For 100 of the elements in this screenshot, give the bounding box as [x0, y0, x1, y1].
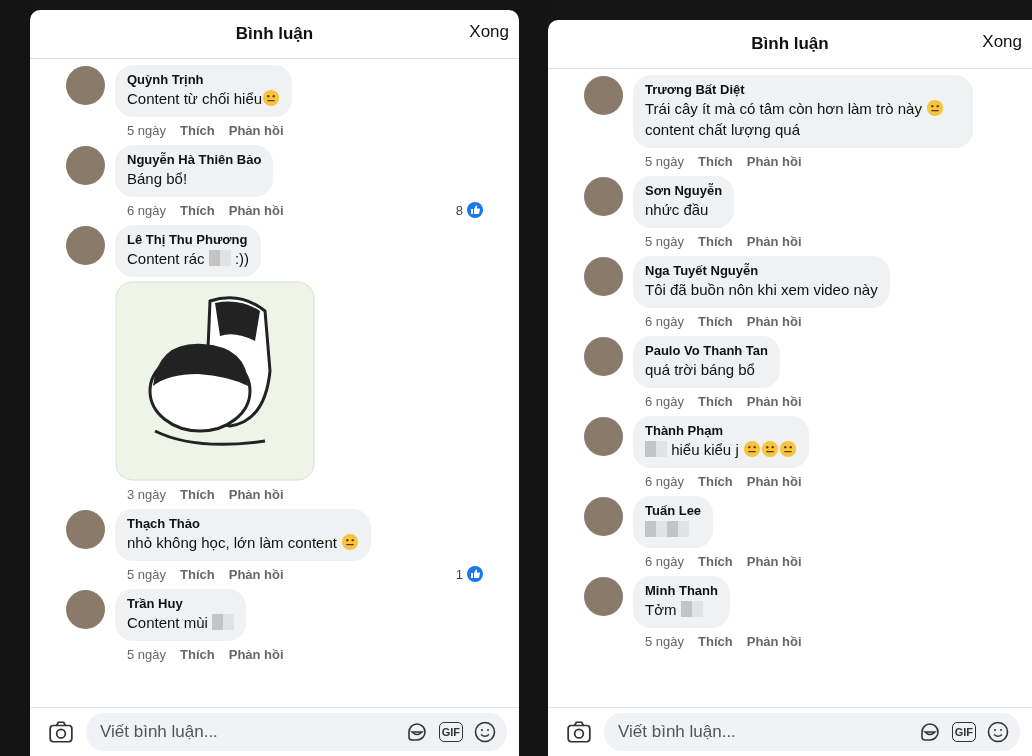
comment-text: hiểu kiểu j: [670, 441, 740, 458]
like-link[interactable]: Thích: [698, 633, 733, 649]
comment-time: 6 ngày: [645, 313, 685, 329]
comment-input-field[interactable]: Viết bình luận... GIF: [86, 713, 507, 751]
reply-link[interactable]: Phản hồi: [228, 646, 284, 662]
commenter-name[interactable]: Sơn Nguyễn: [645, 183, 723, 198]
reply-link[interactable]: Phản hồi: [746, 233, 802, 249]
reply-link[interactable]: Phản hồi: [746, 633, 802, 649]
comment-text: Content mùi: [127, 614, 209, 631]
commenter-name[interactable]: Nguyễn Hà Thiên Bảo: [127, 152, 262, 167]
avatar-placeholder: [66, 510, 105, 549]
comment-time: 5 ngày: [645, 233, 685, 249]
face-emoji-icon: [760, 440, 779, 458]
like-count: 1: [455, 566, 463, 582]
commenter-name[interactable]: Quỳnh Trịnh: [127, 72, 281, 87]
like-link[interactable]: Thích: [698, 393, 733, 409]
comment-text: nhỏ không học, lớn làm content: [127, 534, 338, 551]
avatar-placeholder: [66, 66, 105, 105]
commenter-name[interactable]: Paulo Vo Thanh Tan: [645, 343, 769, 358]
commenter-name[interactable]: Tuấn Lee: [645, 503, 702, 518]
like-link[interactable]: Thích: [698, 473, 733, 489]
comment-time: 5 ngày: [645, 633, 685, 649]
avatar-placeholder: [584, 76, 623, 115]
comment-time: 6 ngày: [645, 393, 685, 409]
commenter-name[interactable]: Nga Tuyết Nguyễn: [645, 263, 878, 278]
done-button[interactable]: Xong: [982, 32, 1022, 52]
like-link[interactable]: Thích: [180, 202, 215, 218]
comment-text: Tôi đã buồn nôn khi xem video này: [645, 281, 878, 298]
reply-link[interactable]: Phản hồi: [228, 202, 284, 218]
pixelated-censor-block: [680, 601, 703, 617]
emoji-icon[interactable]: [986, 720, 1010, 744]
camera-icon[interactable]: [566, 719, 592, 745]
like-link[interactable]: Thích: [698, 153, 733, 169]
face-emoji-icon: [341, 533, 360, 551]
comment-time: 5 ngày: [127, 646, 167, 662]
commenter-name[interactable]: Thành Phạm: [645, 423, 797, 438]
reply-link[interactable]: Phản hồi: [746, 153, 802, 169]
like-link[interactable]: Thích: [698, 553, 733, 569]
comment-text: Trái cây ít mà có tâm còn hơn làm trò này: [645, 100, 923, 117]
face-emoji-icon: [778, 440, 797, 458]
pixelated-censor-block: [667, 521, 689, 537]
reply-link[interactable]: Phản hồi: [746, 473, 802, 489]
reply-link[interactable]: Phản hồi: [746, 553, 802, 569]
comment-text: :)): [233, 250, 250, 267]
comment-time: 5 ngày: [127, 566, 167, 582]
avatar-placeholder: [66, 146, 105, 185]
comment-time: 6 ngày: [645, 553, 685, 569]
commenter-name[interactable]: Thạch Thảo: [127, 516, 360, 531]
like-link[interactable]: Thích: [180, 486, 215, 502]
sheet-title: Bình luận: [751, 34, 829, 54]
reply-link[interactable]: Phản hồi: [228, 566, 284, 582]
thumbs-up-icon: [467, 566, 483, 582]
face-emoji-icon: [742, 440, 761, 458]
comment-time: 3 ngày: [127, 486, 167, 502]
comment-text: Content rác: [127, 250, 206, 267]
sheet-title: Bình luận: [235, 24, 314, 44]
commenter-name[interactable]: Trần Huy: [127, 596, 235, 611]
done-button[interactable]: Xong: [469, 22, 509, 42]
like-link[interactable]: Thích: [698, 313, 733, 329]
like-link[interactable]: Thích: [180, 122, 215, 138]
pixelated-censor-block: [208, 250, 231, 266]
comment-time: 6 ngày: [127, 202, 167, 218]
reply-link[interactable]: Phản hồi: [746, 313, 802, 329]
avatar-placeholder: [584, 177, 623, 216]
like-link[interactable]: Thích: [698, 233, 733, 249]
avatar-placeholder: [584, 417, 623, 456]
pixelated-censor-block: [645, 521, 667, 537]
camera-icon[interactable]: [48, 719, 74, 745]
avatar-placeholder: [584, 497, 623, 536]
avatar-placeholder: [66, 590, 105, 629]
comment-text: quá trời báng bổ: [645, 361, 755, 378]
comment-text: content chất lượng quá: [645, 121, 800, 138]
avatar-placeholder: [66, 226, 105, 265]
emoji-icon[interactable]: [473, 720, 497, 744]
avatar-placeholder: [584, 577, 623, 616]
commenter-name[interactable]: Trương Bất Diệt: [645, 82, 961, 97]
commenter-name[interactable]: Lê Thị Thu Phương: [127, 232, 250, 247]
face-emoji-icon: [262, 89, 281, 107]
gif-button[interactable]: GIF: [438, 722, 463, 742]
avatar-placeholder: [584, 337, 623, 376]
face-emoji-icon: [926, 99, 945, 117]
comment-text: Tởm: [645, 601, 678, 618]
gif-button[interactable]: GIF: [951, 722, 976, 742]
comment-text: Content từ chối hiểu: [127, 90, 263, 107]
commenter-name[interactable]: Minh Thanh: [645, 583, 718, 598]
like-link[interactable]: Thích: [180, 646, 215, 662]
reply-link[interactable]: Phản hồi: [228, 122, 284, 138]
reply-link[interactable]: Phản hồi: [228, 486, 284, 502]
pixelated-censor-block: [645, 441, 667, 457]
reply-link[interactable]: Phản hồi: [746, 393, 802, 409]
comment-text: Báng bổ!: [127, 170, 188, 187]
comment-time: 5 ngày: [645, 153, 685, 169]
avatar-placeholder: [584, 257, 623, 296]
thumbs-up-icon: [467, 202, 483, 218]
like-link[interactable]: Thích: [180, 566, 215, 582]
comment-time: 6 ngày: [645, 473, 685, 489]
comment-text: nhức đầu: [645, 201, 709, 218]
comment-time: 5 ngày: [127, 122, 167, 138]
like-count: 8: [455, 202, 463, 218]
comment-input-field[interactable]: Viết bình luận... GIF: [604, 713, 1020, 751]
